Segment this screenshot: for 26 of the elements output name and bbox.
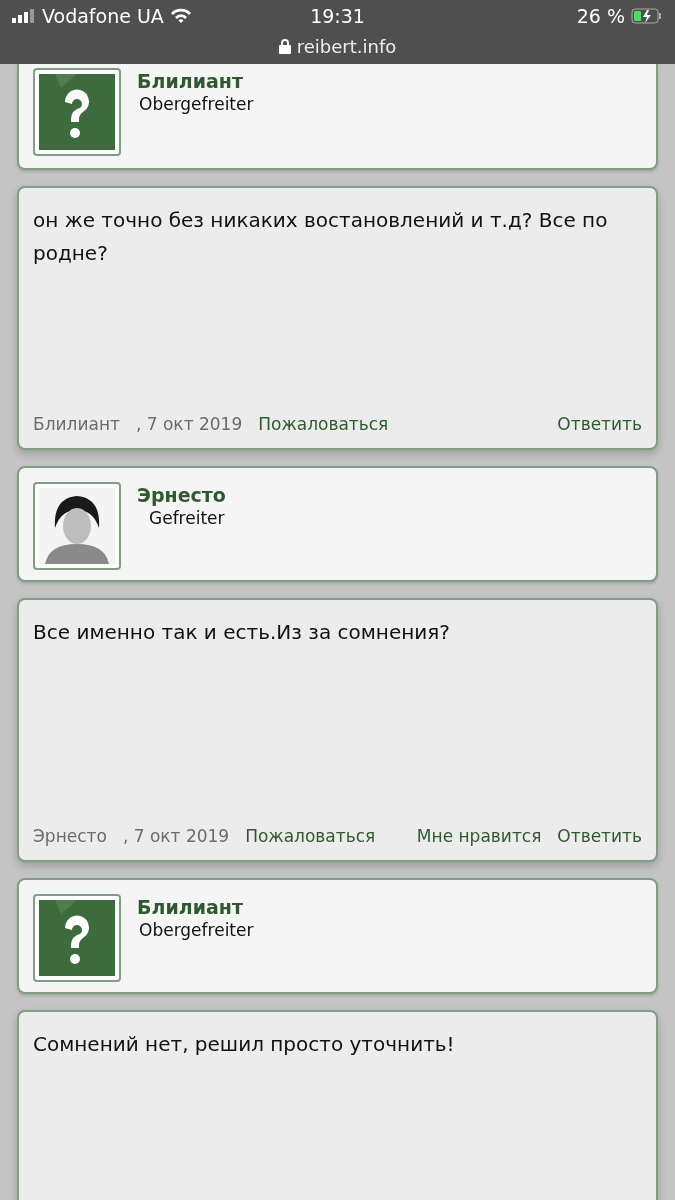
- page-address[interactable]: reibert.info: [296, 35, 397, 57]
- user-name[interactable]: Блилиант: [137, 896, 254, 918]
- charging-battery-icon: [631, 8, 663, 24]
- carrier-name: Vodafone UA: [42, 5, 164, 27]
- reply-link[interactable]: Ответить: [557, 826, 642, 846]
- post-text: Все именно так и есть.Из за сомнения?: [33, 619, 451, 646]
- like-link[interactable]: Мне нравится: [416, 826, 542, 846]
- post-author[interactable]: Эрнесто: [33, 826, 107, 846]
- user-rank: Gefreiter: [148, 508, 226, 528]
- post-date[interactable]: , 7 окт 2019: [122, 826, 230, 846]
- battery-percent: 26 %: [576, 5, 625, 27]
- post-date[interactable]: , 7 окт 2019: [135, 414, 243, 434]
- reply-link[interactable]: Ответить: [557, 414, 642, 434]
- lock-icon: [278, 38, 291, 54]
- user-rank: Obergefreiter: [138, 94, 254, 114]
- post-text: Сомнений нет, решил просто уточнить!: [33, 1031, 456, 1058]
- post-text: он же точно без никаких востановлений и т.д? Все по родне?: [33, 207, 609, 267]
- user-name[interactable]: Эрнесто: [137, 484, 226, 506]
- report-link[interactable]: Пожаловаться: [245, 826, 376, 846]
- clock: 19:31: [310, 5, 365, 27]
- post-author[interactable]: Блилиант: [33, 414, 120, 434]
- signal-icon: [12, 9, 36, 23]
- report-link[interactable]: Пожаловаться: [258, 414, 389, 434]
- user-name[interactable]: Блилиант: [137, 70, 254, 92]
- user-rank: Obergefreiter: [138, 920, 254, 940]
- wifi-icon: [169, 8, 192, 24]
